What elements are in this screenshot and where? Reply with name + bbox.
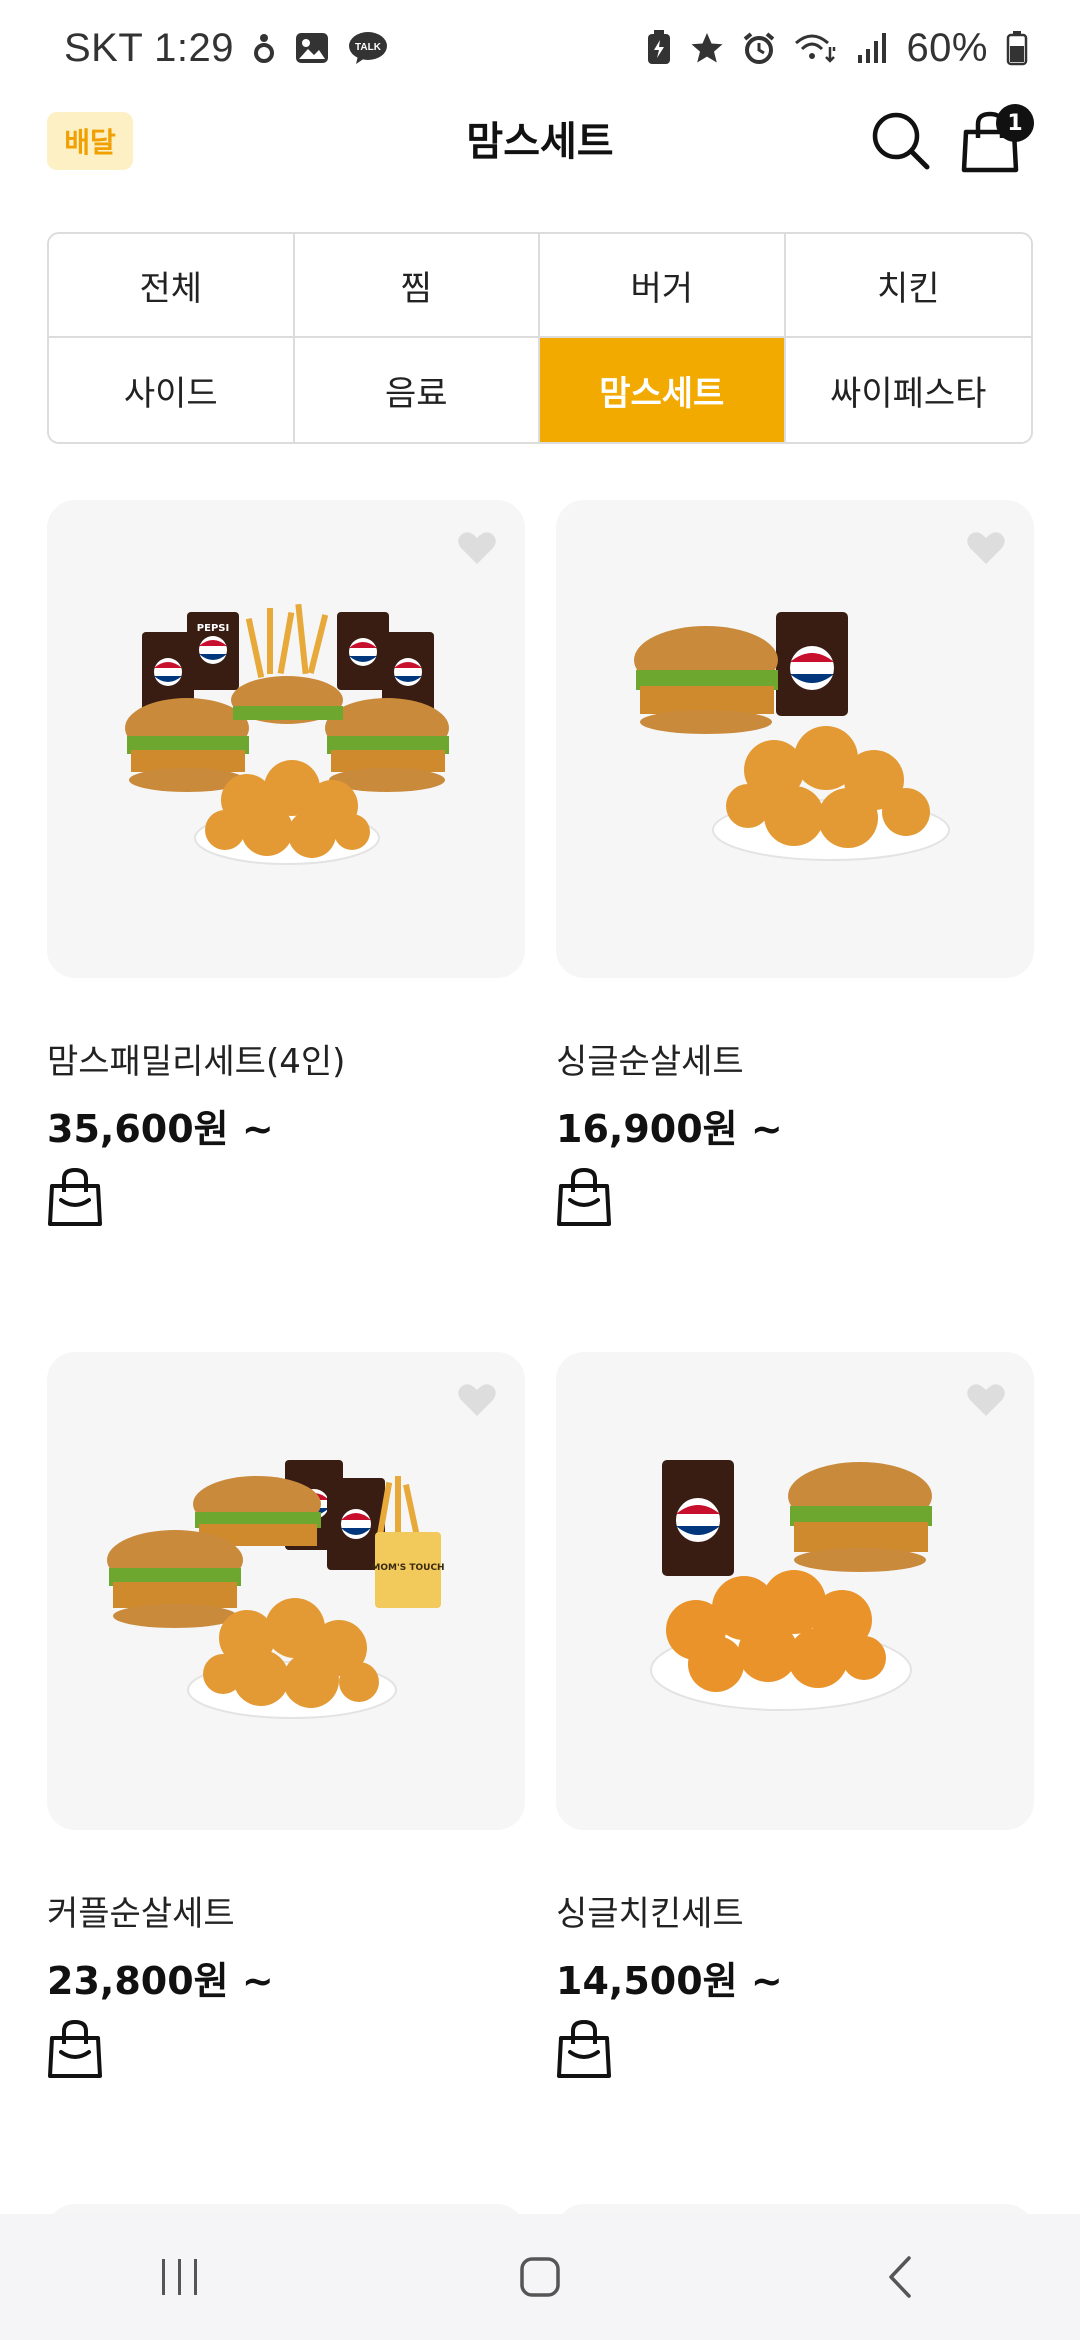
tab-side[interactable]: 사이드 — [49, 338, 295, 442]
pepsi-label: PEPSI — [197, 623, 229, 634]
battery-saver-icon — [646, 30, 672, 66]
cart-button[interactable]: 1 — [960, 104, 1034, 178]
product-name[interactable]: 맘스패밀리세트(4인) — [47, 1034, 345, 1083]
product-price: 23,800원 ~ — [47, 1959, 274, 2003]
favorite-heart-icon[interactable] — [966, 530, 1006, 566]
gallery-icon — [294, 31, 330, 65]
product-price: 35,600원 ~ — [47, 1107, 274, 1151]
system-nav-bar — [0, 2214, 1080, 2340]
status-right: 60% — [646, 26, 1028, 71]
tab-thigh-festa[interactable]: 싸이페스타 — [785, 338, 1031, 442]
product-name[interactable]: 커플순살세트 — [47, 1886, 235, 1935]
tab-chicken[interactable]: 치킨 — [785, 234, 1031, 338]
product-name[interactable]: 싱글순살세트 — [556, 1034, 744, 1083]
product-name[interactable]: 싱글치킨세트 — [556, 1886, 744, 1935]
status-left: SKT 1:29 TALK — [64, 26, 388, 71]
recent-apps-button[interactable] — [140, 2247, 220, 2307]
product-card[interactable]: PEPSI 맘스패밀리세트(4인) 35,600원 ~ — [47, 500, 525, 1226]
add-to-cart-bag-icon[interactable] — [47, 2018, 103, 2080]
search-icon — [872, 112, 930, 170]
couple-boneless-set-image: MOM'S TOUCH — [107, 1460, 445, 1719]
product-image[interactable] — [556, 1352, 1034, 1830]
tab-all[interactable]: 전체 — [49, 234, 295, 338]
back-icon — [889, 2256, 911, 2298]
star-icon — [690, 31, 724, 65]
category-tabs: 전체 찜 버거 치킨 사이드 음료 맘스세트 싸이페스타 — [47, 232, 1033, 444]
product-card[interactable]: 싱글치킨세트 14,500원 ~ — [556, 1352, 1034, 2078]
add-to-cart-bag-icon[interactable] — [556, 1166, 612, 1228]
tab-favorites[interactable]: 찜 — [294, 234, 540, 338]
battery-icon — [1006, 30, 1028, 66]
product-image[interactable]: PEPSI — [47, 500, 525, 978]
drink-cup: PEPSI — [187, 612, 239, 690]
product-card[interactable]: MOM'S TOUCH 커플순살세트 23,800원 ~ — [47, 1352, 525, 2078]
app-header: 배달 맘스세트 1 — [0, 96, 1080, 246]
product-price: 14,500원 ~ — [556, 1959, 783, 2003]
recent-apps-icon — [162, 2259, 197, 2295]
product-card[interactable]: 싱글순살세트 16,900원 ~ — [556, 500, 1034, 1226]
notification-dot-icon — [252, 31, 276, 65]
single-boneless-set-image — [634, 612, 950, 861]
tab-drinks[interactable]: 음료 — [294, 338, 540, 442]
favorite-heart-icon[interactable] — [457, 1382, 497, 1418]
single-chicken-set-image — [650, 1460, 932, 1711]
alarm-icon — [742, 31, 776, 65]
home-button[interactable] — [500, 2247, 580, 2307]
back-button[interactable] — [860, 2247, 940, 2307]
wifi-icon — [794, 31, 838, 65]
home-icon — [520, 2257, 560, 2297]
add-to-cart-bag-icon[interactable] — [47, 1166, 103, 1228]
product-price: 16,900원 ~ — [556, 1107, 783, 1151]
tab-moms-set[interactable]: 맘스세트 — [540, 338, 786, 442]
carrier-time: SKT 1:29 — [64, 25, 235, 70]
cart-count-badge: 1 — [996, 104, 1034, 142]
favorite-heart-icon[interactable] — [966, 1382, 1006, 1418]
search-button[interactable] — [870, 110, 932, 172]
screen: SKT 1:29 TALK 60% 배달 맘스세트 1 전체 찜 버거 치킨 사… — [0, 0, 1080, 2340]
favorite-heart-icon[interactable] — [457, 530, 497, 566]
talk-icon: TALK — [348, 31, 388, 65]
product-image[interactable] — [556, 500, 1034, 978]
family-set-image: PEPSI — [125, 603, 449, 865]
moms-touch-label: MOM'S TOUCH — [371, 1563, 444, 1573]
tab-burger[interactable]: 버거 — [540, 234, 786, 338]
status-bar: SKT 1:29 TALK 60% — [0, 0, 1080, 96]
signal-icon — [856, 31, 888, 65]
battery-percent: 60% — [906, 25, 988, 70]
product-image[interactable]: MOM'S TOUCH — [47, 1352, 525, 1830]
add-to-cart-bag-icon[interactable] — [556, 2018, 612, 2080]
talk-icon-label: TALK — [355, 42, 382, 53]
